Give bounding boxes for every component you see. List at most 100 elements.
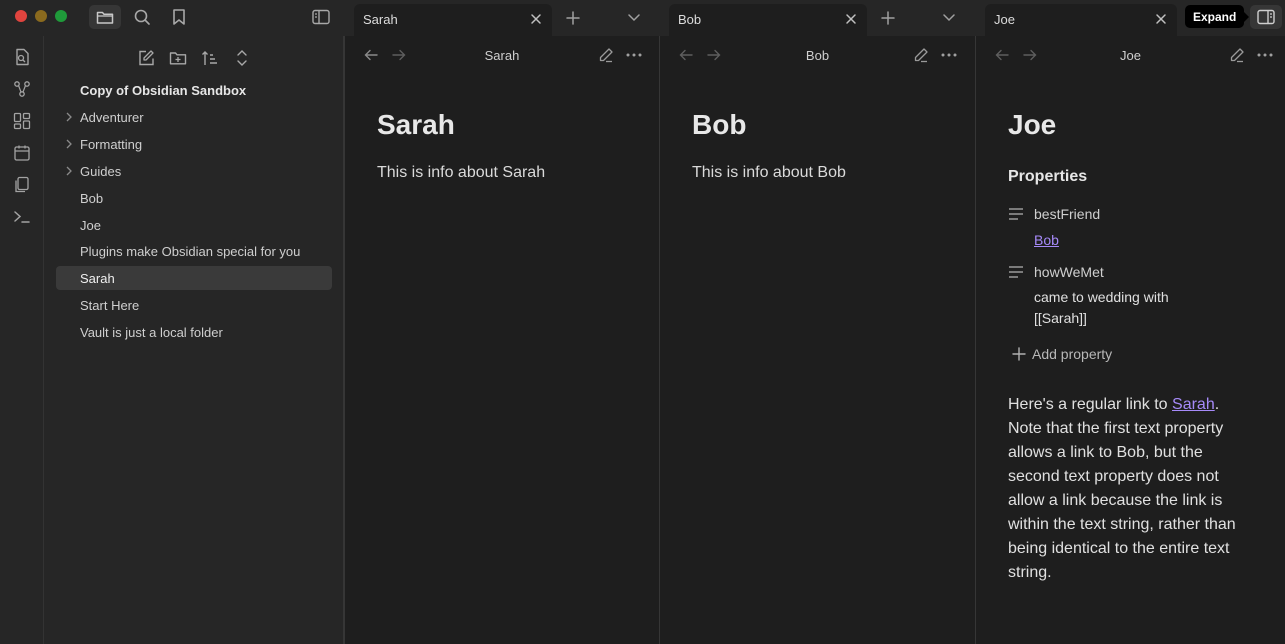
quick-switcher-button[interactable]: [11, 46, 33, 68]
note-body[interactable]: This is info about Bob: [692, 161, 846, 185]
tab-bob[interactable]: Bob: [669, 4, 867, 36]
tab-list-dropdown[interactable]: [937, 6, 961, 30]
chevron-right-icon: [66, 139, 72, 149]
tab-close-button[interactable]: [528, 11, 544, 27]
edit-mode-button[interactable]: [1227, 45, 1247, 65]
file-item-vault-local-folder[interactable]: Vault is just a local folder: [56, 320, 332, 344]
plus-icon: [1012, 347, 1026, 361]
pencil-icon: [1230, 48, 1244, 63]
bookmark-icon: [173, 9, 185, 25]
command-palette-button[interactable]: [11, 206, 33, 228]
tab-joe[interactable]: Joe: [985, 4, 1177, 36]
editor-pane-joe: Joe Joe Properties bestFriend Bob howWeM…: [975, 36, 1285, 644]
tree-item-label: Bob: [80, 191, 104, 206]
tab-title: Bob: [678, 12, 702, 27]
bookmarks-button[interactable]: [163, 5, 195, 29]
text-property-icon[interactable]: [1008, 207, 1024, 221]
graph-view-icon: [14, 81, 30, 97]
more-horizontal-icon: [626, 53, 642, 57]
folder-item-adventurer[interactable]: Adventurer: [56, 105, 332, 129]
chevron-down-icon: [943, 14, 955, 22]
edit-mode-button[interactable]: [911, 45, 931, 65]
tree-item-label: Formatting: [80, 137, 143, 152]
property-value[interactable]: came to wedding with [[Sarah]]: [1034, 287, 1214, 329]
internal-link[interactable]: Sarah: [1172, 396, 1215, 413]
daily-note-button[interactable]: [11, 142, 33, 164]
body-text: . Note that the first text property allo…: [1008, 396, 1236, 581]
more-horizontal-icon: [1257, 53, 1273, 57]
graph-view-button[interactable]: [11, 78, 33, 100]
window-close-button[interactable]: [15, 10, 27, 22]
chevron-right-icon: [66, 112, 72, 122]
plus-icon: [881, 11, 895, 25]
tab-close-button[interactable]: [843, 11, 859, 27]
file-item-sarah[interactable]: Sarah: [56, 266, 332, 290]
more-options-button[interactable]: [624, 45, 644, 65]
tree-item-label: Plugins make Obsidian special for you: [80, 244, 301, 259]
folder-icon: [96, 11, 114, 24]
canvas-button[interactable]: [11, 110, 33, 132]
more-options-button[interactable]: [1255, 45, 1275, 65]
collapse-all-button[interactable]: [230, 46, 254, 70]
vault-name-label: Copy of Obsidian Sandbox: [80, 83, 247, 98]
tab-title: Joe: [994, 12, 1015, 27]
file-item-plugins[interactable]: Plugins make Obsidian special for you: [56, 239, 332, 263]
new-note-button[interactable]: [134, 46, 158, 70]
view-header: Sarah: [345, 36, 659, 74]
sidebar-right-icon: [1257, 9, 1275, 25]
search-button[interactable]: [126, 5, 158, 29]
pencil-icon: [599, 48, 613, 63]
sort-button[interactable]: [198, 46, 222, 70]
file-item-start-here[interactable]: Start Here: [56, 293, 332, 317]
internal-link[interactable]: Bob: [1034, 232, 1059, 248]
window-minimize-button[interactable]: [35, 10, 47, 22]
tree-item-label: Guides: [80, 164, 122, 179]
property-value[interactable]: Bob: [1034, 230, 1214, 251]
more-options-button[interactable]: [939, 45, 959, 65]
search-icon: [134, 9, 150, 25]
tab-sarah[interactable]: Sarah: [354, 4, 552, 36]
chevron-right-icon: [66, 166, 72, 176]
vault-name[interactable]: Copy of Obsidian Sandbox: [56, 78, 332, 102]
close-icon: [846, 14, 856, 24]
toggle-right-sidebar-button[interactable]: [1250, 5, 1282, 29]
properties-heading[interactable]: Properties: [1008, 168, 1087, 186]
title-bar: Sarah Bob Joe Expand: [0, 0, 1285, 36]
tree-item-label: Start Here: [80, 298, 140, 313]
view-header: Joe: [976, 36, 1285, 74]
note-body[interactable]: Here's a regular link to Sarah. Note tha…: [1008, 393, 1253, 585]
chevron-down-icon: [628, 14, 640, 22]
note-body[interactable]: This is info about Sarah: [377, 161, 545, 185]
toggle-left-sidebar-button[interactable]: [305, 5, 337, 29]
new-folder-icon: [169, 52, 187, 65]
tab-list-dropdown[interactable]: [622, 6, 646, 30]
file-explorer: Copy of Obsidian Sandbox Adventurer Form…: [44, 36, 344, 644]
tab-title: Sarah: [363, 12, 398, 27]
new-tab-button[interactable]: [561, 6, 585, 30]
file-item-bob[interactable]: Bob: [56, 186, 332, 210]
tree-item-label: Joe: [80, 218, 101, 233]
note-title[interactable]: Sarah: [377, 109, 455, 141]
view-header: Bob: [660, 36, 975, 74]
window-zoom-button[interactable]: [55, 10, 67, 22]
files-button[interactable]: [89, 5, 121, 29]
new-tab-button[interactable]: [876, 6, 900, 30]
templates-button[interactable]: [11, 174, 33, 196]
new-note-icon: [139, 50, 154, 66]
expand-tooltip: Expand: [1185, 5, 1250, 28]
folder-item-guides[interactable]: Guides: [56, 159, 332, 183]
folder-item-formatting[interactable]: Formatting: [56, 132, 332, 156]
property-key[interactable]: howWeMet: [1034, 264, 1104, 280]
left-ribbon: [0, 36, 44, 644]
edit-mode-button[interactable]: [596, 45, 616, 65]
sidebar-left-icon: [312, 9, 330, 25]
note-title[interactable]: Bob: [692, 109, 746, 141]
editor-pane-bob: Bob Bob This is info about Bob: [659, 36, 975, 644]
add-property-button[interactable]: Add property: [1012, 346, 1112, 362]
property-key[interactable]: bestFriend: [1034, 206, 1100, 222]
new-folder-button[interactable]: [166, 46, 190, 70]
file-item-joe[interactable]: Joe: [56, 213, 332, 237]
note-title[interactable]: Joe: [1008, 109, 1056, 141]
tab-close-button[interactable]: [1153, 11, 1169, 27]
text-property-icon[interactable]: [1008, 265, 1024, 279]
